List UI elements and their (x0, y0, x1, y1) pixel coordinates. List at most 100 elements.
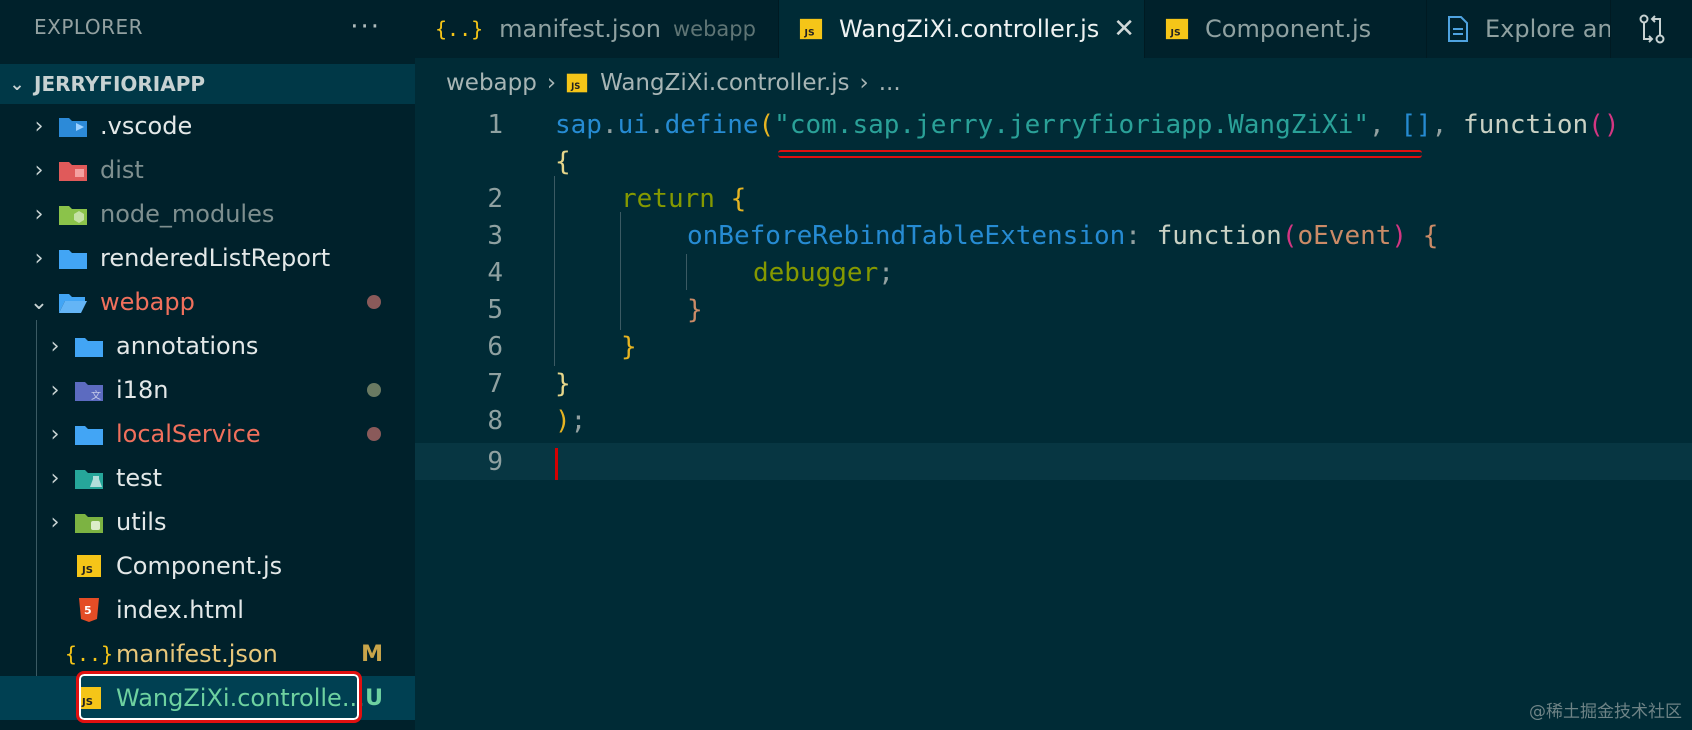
code-text: sap.ui.define("com.sap.jerry.jerryfioria… (555, 110, 1619, 140)
more-actions-icon[interactable]: ··· (350, 12, 381, 42)
tab-component-js[interactable]: JS Component.js (1145, 0, 1427, 58)
code-text: } (621, 331, 637, 362)
preview-file-icon (1447, 16, 1469, 42)
token: sap (555, 109, 602, 140)
tree-item-label: i18n (116, 376, 169, 404)
line-number: 8 (487, 405, 503, 436)
tree-item-utils[interactable]: › utils (0, 500, 415, 544)
token: oEvent (1297, 220, 1392, 251)
tree-item-label: manifest.json (116, 640, 278, 668)
js-file-icon: JS (799, 17, 823, 41)
code-line-5: 5 } (415, 291, 1692, 328)
tree-item-label: node_modules (100, 200, 275, 228)
tree-item-renderedlistreport[interactable]: › renderedListReport (0, 236, 415, 280)
breadcrumb-file[interactable]: WangZiXi.controller.js (600, 70, 849, 96)
line-number: 3 (487, 220, 503, 251)
token: { (1407, 220, 1439, 251)
dist-folder-icon (56, 155, 90, 185)
workspace-section-header[interactable]: ⌄ JERRYFIORIAPP (0, 64, 415, 104)
selected-file-highlight (76, 671, 362, 723)
token: ( (758, 109, 775, 140)
line-number: 9 (487, 446, 503, 477)
explorer-header: EXPLORER ··· (0, 0, 415, 54)
tree-item-node-modules[interactable]: › node_modules (0, 192, 415, 236)
code-line-1-wrap: { (415, 143, 1692, 180)
token: . (601, 109, 618, 140)
svg-text:文: 文 (91, 389, 101, 402)
source-control-compare-icon[interactable] (1611, 0, 1692, 58)
tab-explore[interactable]: Explore anc (1427, 0, 1611, 58)
utils-folder-icon (72, 507, 106, 537)
breadcrumb: webapp › JS WangZiXi.controller.js › ... (446, 64, 901, 102)
explorer-title: EXPLORER (34, 15, 143, 39)
tree-item-label: annotations (116, 332, 259, 360)
tree-item-dist[interactable]: › dist (0, 148, 415, 192)
tab-manifest-json[interactable]: {..} manifest.json webapp (415, 0, 779, 58)
folder-open-icon (56, 287, 90, 317)
chevron-right-icon: › (50, 421, 60, 447)
tree-item-component-js[interactable]: JS Component.js (0, 544, 415, 588)
node-folder-icon (56, 199, 90, 229)
token: { (714, 183, 747, 214)
tree-item-label: utils (116, 508, 167, 536)
tree-item-label: .vscode (100, 112, 193, 140)
line-number: 2 (487, 183, 503, 214)
text-cursor (555, 448, 558, 480)
token: . (648, 109, 665, 140)
modified-dot (367, 427, 381, 441)
chevron-right-icon: › (34, 113, 44, 139)
line-number: 5 (487, 294, 503, 325)
svg-text:JS: JS (81, 565, 93, 576)
token: function (1156, 220, 1282, 251)
code-text: onBeforeRebindTableExtension: function(o… (687, 221, 1438, 251)
html-file-icon: 5 (72, 595, 106, 625)
tree-item-annotations[interactable]: › annotations (0, 324, 415, 368)
tab-label: Explore anc (1485, 15, 1610, 43)
token: : (1125, 220, 1157, 251)
tree-item-index-html[interactable]: 5 index.html (0, 588, 415, 632)
folder-icon (56, 243, 90, 273)
tree-item-localservice[interactable]: › localService (0, 412, 415, 456)
code-text: } (555, 368, 571, 399)
token: ; (570, 405, 587, 436)
svg-text:5: 5 (84, 604, 92, 617)
token: define (664, 109, 759, 140)
tree-item-test[interactable]: › test (0, 456, 415, 500)
tab-wangzixi-controller[interactable]: JS WangZiXi.controller.js ✕ (779, 0, 1145, 58)
chevron-right-icon: › (34, 157, 44, 183)
code-line-4: 4 debugger; (415, 254, 1692, 291)
json-file-icon: {..} (64, 642, 114, 666)
chevron-right-icon: › (546, 70, 557, 96)
token: return (621, 183, 715, 214)
breadcrumb-more[interactable]: ... (879, 70, 901, 96)
token: function (1462, 109, 1589, 140)
token: onBeforeRebindTableExtension (687, 220, 1126, 251)
chevron-down-icon: ⌄ (29, 289, 49, 315)
tree-item-label: localService (116, 420, 261, 448)
tree-item-manifest-json[interactable]: {..} manifest.json M (0, 632, 415, 676)
untracked-badge: U (365, 685, 383, 711)
code-text: { (555, 146, 571, 177)
line-number: 4 (487, 257, 503, 288)
svg-text:JS: JS (804, 27, 815, 38)
test-folder-icon (72, 463, 106, 493)
code-line-8: 8 ); (415, 402, 1692, 439)
tab-description: webapp (672, 17, 756, 41)
tree-item-i18n[interactable]: › 文 i18n (0, 368, 415, 412)
editor-tab-bar: {..} manifest.json webapp JS WangZiXi.co… (415, 0, 1692, 58)
chevron-right-icon: › (50, 377, 60, 403)
breadcrumb-folder[interactable]: webapp (446, 70, 537, 96)
tree-item-label: renderedListReport (100, 244, 331, 272)
vscode-folder-icon (56, 111, 90, 141)
svg-text:JS: JS (1170, 27, 1181, 38)
close-icon[interactable]: ✕ (1113, 14, 1135, 44)
tree-item-webapp[interactable]: ⌄ webapp (0, 280, 415, 324)
tree-item-vscode[interactable]: › .vscode (0, 104, 415, 148)
tree-item-label: webapp (100, 288, 195, 316)
token: ) (1391, 220, 1408, 251)
token: ) (555, 405, 571, 436)
code-line-3: 3 onBeforeRebindTableExtension: function… (415, 217, 1692, 254)
i18n-folder-icon: 文 (72, 375, 106, 405)
workspace-name: JERRYFIORIAPP (34, 72, 206, 96)
code-line-9: 9 (415, 443, 1692, 480)
